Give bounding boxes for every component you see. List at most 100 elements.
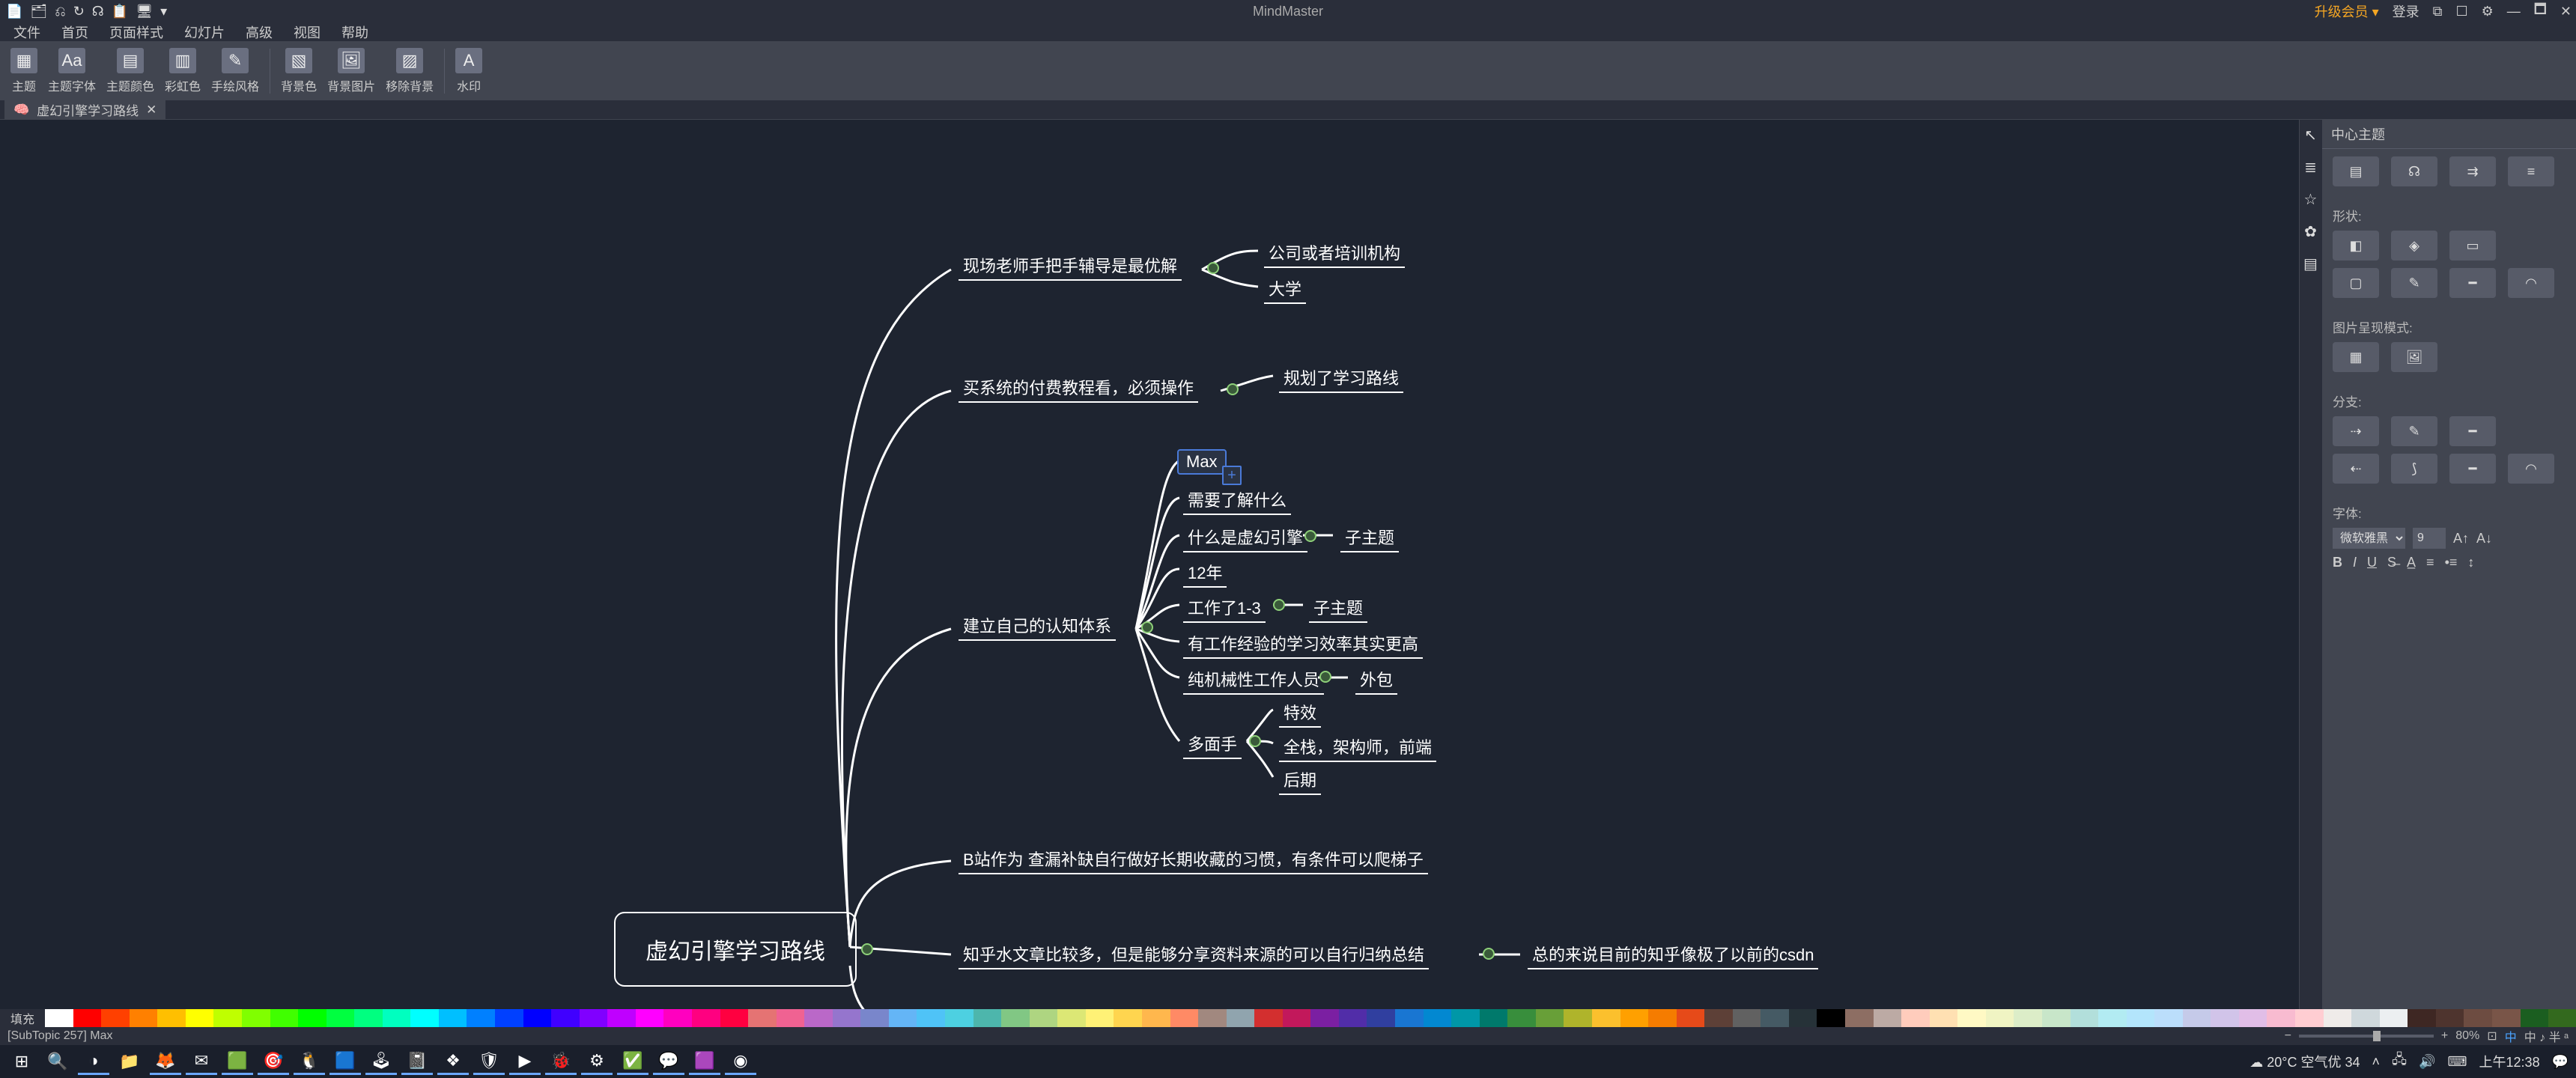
taskbar-app[interactable]: ◉ [725,1048,756,1075]
branch-style[interactable]: ━ [2449,416,2496,446]
color-swatch[interactable] [748,1009,777,1027]
color-swatch[interactable] [1507,1009,1536,1027]
expand-dot[interactable] [1141,621,1153,633]
ribbon-button[interactable]: ✎手绘风格 [207,45,264,97]
color-swatch[interactable] [2183,1009,2211,1027]
italic-button[interactable]: I [2353,555,2357,570]
color-swatch[interactable] [2239,1009,2267,1027]
window-min[interactable]: — [2507,4,2521,19]
node[interactable]: 特效 [1279,698,1321,728]
window-close[interactable]: ✕ [2560,4,2572,19]
menu-item[interactable]: 页面样式 [109,22,163,42]
node[interactable]: 外包 [1355,665,1397,695]
ribbon-button[interactable]: Aa主题字体 [43,45,100,97]
color-swatch[interactable] [2324,1009,2352,1027]
color-swatch[interactable] [410,1009,439,1027]
node[interactable]: 建立自己的认知体系 [959,611,1116,641]
taskbar-app[interactable]: ▶ [509,1048,541,1075]
color-swatch[interactable] [2267,1009,2295,1027]
qat-button[interactable]: ☊ [92,4,104,19]
color-swatch[interactable] [1733,1009,1761,1027]
color-swatch[interactable] [1283,1009,1311,1027]
color-swatch[interactable] [1564,1009,1592,1027]
color-swatch[interactable] [1227,1009,1255,1027]
color-swatch[interactable] [663,1009,692,1027]
node[interactable]: 12年 [1183,558,1227,588]
color-swatch[interactable] [523,1009,552,1027]
color-swatch[interactable] [270,1009,299,1027]
layout-preset[interactable]: ☊ [2391,156,2437,186]
branch-style[interactable]: ⇢ [2333,416,2379,446]
color-swatch[interactable] [2548,1009,2576,1027]
taskbar-app[interactable]: ✅ [617,1048,648,1075]
color-swatch[interactable] [1339,1009,1367,1027]
taskbar-app[interactable]: 📓 [401,1048,433,1075]
node-selected[interactable]: Max [1177,449,1227,475]
ribbon-button[interactable]: ▥彩虹色 [160,45,205,97]
ribbon-button[interactable]: ▤主题颜色 [102,45,159,97]
qat-button[interactable]: 📋 [112,4,128,19]
expand-dot[interactable] [1207,262,1219,274]
node[interactable]: B站作为 查漏补缺自行做好长期收藏的习惯，有条件可以爬梯子 [959,844,1428,874]
color-swatch[interactable] [2098,1009,2127,1027]
color-swatch[interactable] [2127,1009,2155,1027]
document-tab[interactable]: 🧠 虚幻引擎学习路线 ✕ [4,98,165,121]
color-swatch[interactable] [2042,1009,2071,1027]
add-child-button[interactable]: + [1222,466,1242,485]
color-swatch[interactable] [2436,1009,2464,1027]
color-swatch[interactable] [1957,1009,1986,1027]
node[interactable]: 规划了学习路线 [1279,363,1403,393]
color-swatch[interactable] [213,1009,242,1027]
color-swatch[interactable] [1310,1009,1339,1027]
node[interactable]: 现场老师手把手辅导是最优解 [959,251,1182,281]
spacing-button[interactable]: ↕ [2467,555,2474,570]
color-swatch[interactable] [1986,1009,2014,1027]
ime-lang[interactable]: 中 [2505,1027,2517,1045]
ime-mode[interactable]: 中 ♪ 半 ᵃ [2524,1027,2569,1045]
taskbar-app[interactable]: ⊞ [6,1048,37,1075]
taskbar-app[interactable]: ⚙ [581,1048,613,1075]
node[interactable]: 什么是虚幻引擎 [1183,523,1307,552]
root-node[interactable]: 虚幻引擎学习路线 [614,912,857,987]
expand-dot[interactable] [1483,948,1495,960]
taskbar-app[interactable]: ❖ [437,1048,469,1075]
branch-shape[interactable]: ⇠ [2333,454,2379,484]
color-swatch[interactable] [1001,1009,1030,1027]
qat-button[interactable]: 🖥 [136,4,153,19]
color-swatch[interactable] [1480,1009,1508,1027]
shape-shadow[interactable]: ◈ [2391,231,2437,261]
color-swatch[interactable] [607,1009,636,1027]
pic-mode[interactable]: ▦ [2333,342,2379,372]
menu-item[interactable]: 文件 [13,22,40,42]
layout-preset[interactable]: ⇉ [2449,156,2496,186]
color-swatch[interactable] [467,1009,495,1027]
font-size-input[interactable] [2413,528,2446,549]
layout-tool-icon[interactable]: ▤ [2303,255,2318,273]
color-swatch[interactable] [1930,1009,1958,1027]
shape-fill[interactable]: ◧ [2333,231,2379,261]
node[interactable]: 公司或者培训机构 [1264,238,1405,268]
upgrade-link[interactable]: 升级会员 ▾ [2315,1,2379,21]
menu-item[interactable]: 帮助 [341,22,368,42]
font-family-select[interactable]: 微软雅黑 [2333,528,2405,549]
tray-notif-icon[interactable]: 💬 [2552,1054,2569,1070]
settings-icon[interactable]: ⚙ [2482,4,2494,19]
border-weight[interactable]: ━ [2449,268,2496,298]
qat-button[interactable]: 🗂 [30,4,47,19]
border-style[interactable]: ▢ [2333,268,2379,298]
color-swatch[interactable] [1170,1009,1199,1027]
taskbar-app[interactable]: 🟪 [689,1048,720,1075]
color-swatch[interactable] [242,1009,270,1027]
color-swatch[interactable] [1114,1009,1142,1027]
color-swatch[interactable] [973,1009,1002,1027]
color-swatch[interactable] [1620,1009,1649,1027]
color-swatch[interactable] [2014,1009,2042,1027]
color-swatch[interactable] [720,1009,749,1027]
node[interactable]: 总的来说目前的知乎像极了以前的csdn [1528,940,1818,969]
taskbar-app[interactable]: 🎯 [258,1048,289,1075]
color-swatch[interactable] [1395,1009,1424,1027]
font-size-up[interactable]: A↑ [2453,531,2469,546]
underline-button[interactable]: U [2367,555,2377,570]
node[interactable]: 纯机械性工作人员 [1183,665,1324,695]
color-swatch[interactable] [1817,1009,1845,1027]
